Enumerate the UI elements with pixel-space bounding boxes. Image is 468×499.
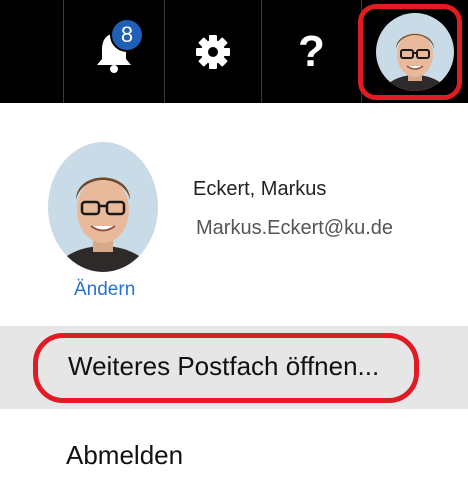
- sign-out-label: Abmelden: [66, 440, 184, 470]
- change-photo-link[interactable]: Ändern: [74, 279, 135, 301]
- avatar-large: [48, 142, 158, 272]
- help-icon: ?: [298, 26, 325, 76]
- avatar: [376, 12, 454, 91]
- settings-button[interactable]: [165, 0, 261, 103]
- account-button[interactable]: [362, 0, 468, 103]
- notifications-button[interactable]: 8: [64, 0, 164, 103]
- notification-count-badge: 8: [110, 18, 144, 52]
- open-other-mailbox-label: Weiteres Postfach öffnen...: [68, 351, 380, 381]
- help-button[interactable]: ?: [262, 0, 361, 103]
- top-bar: 8 ?: [0, 0, 468, 103]
- gear-icon: [196, 34, 230, 69]
- user-name: Eckert, Markus: [193, 178, 327, 200]
- user-email: Markus.Eckert@ku.de: [196, 217, 394, 239]
- open-other-mailbox-menu-item[interactable]: Weiteres Postfach öffnen...: [0, 326, 468, 409]
- sign-out-menu-item[interactable]: Abmelden: [0, 420, 468, 490]
